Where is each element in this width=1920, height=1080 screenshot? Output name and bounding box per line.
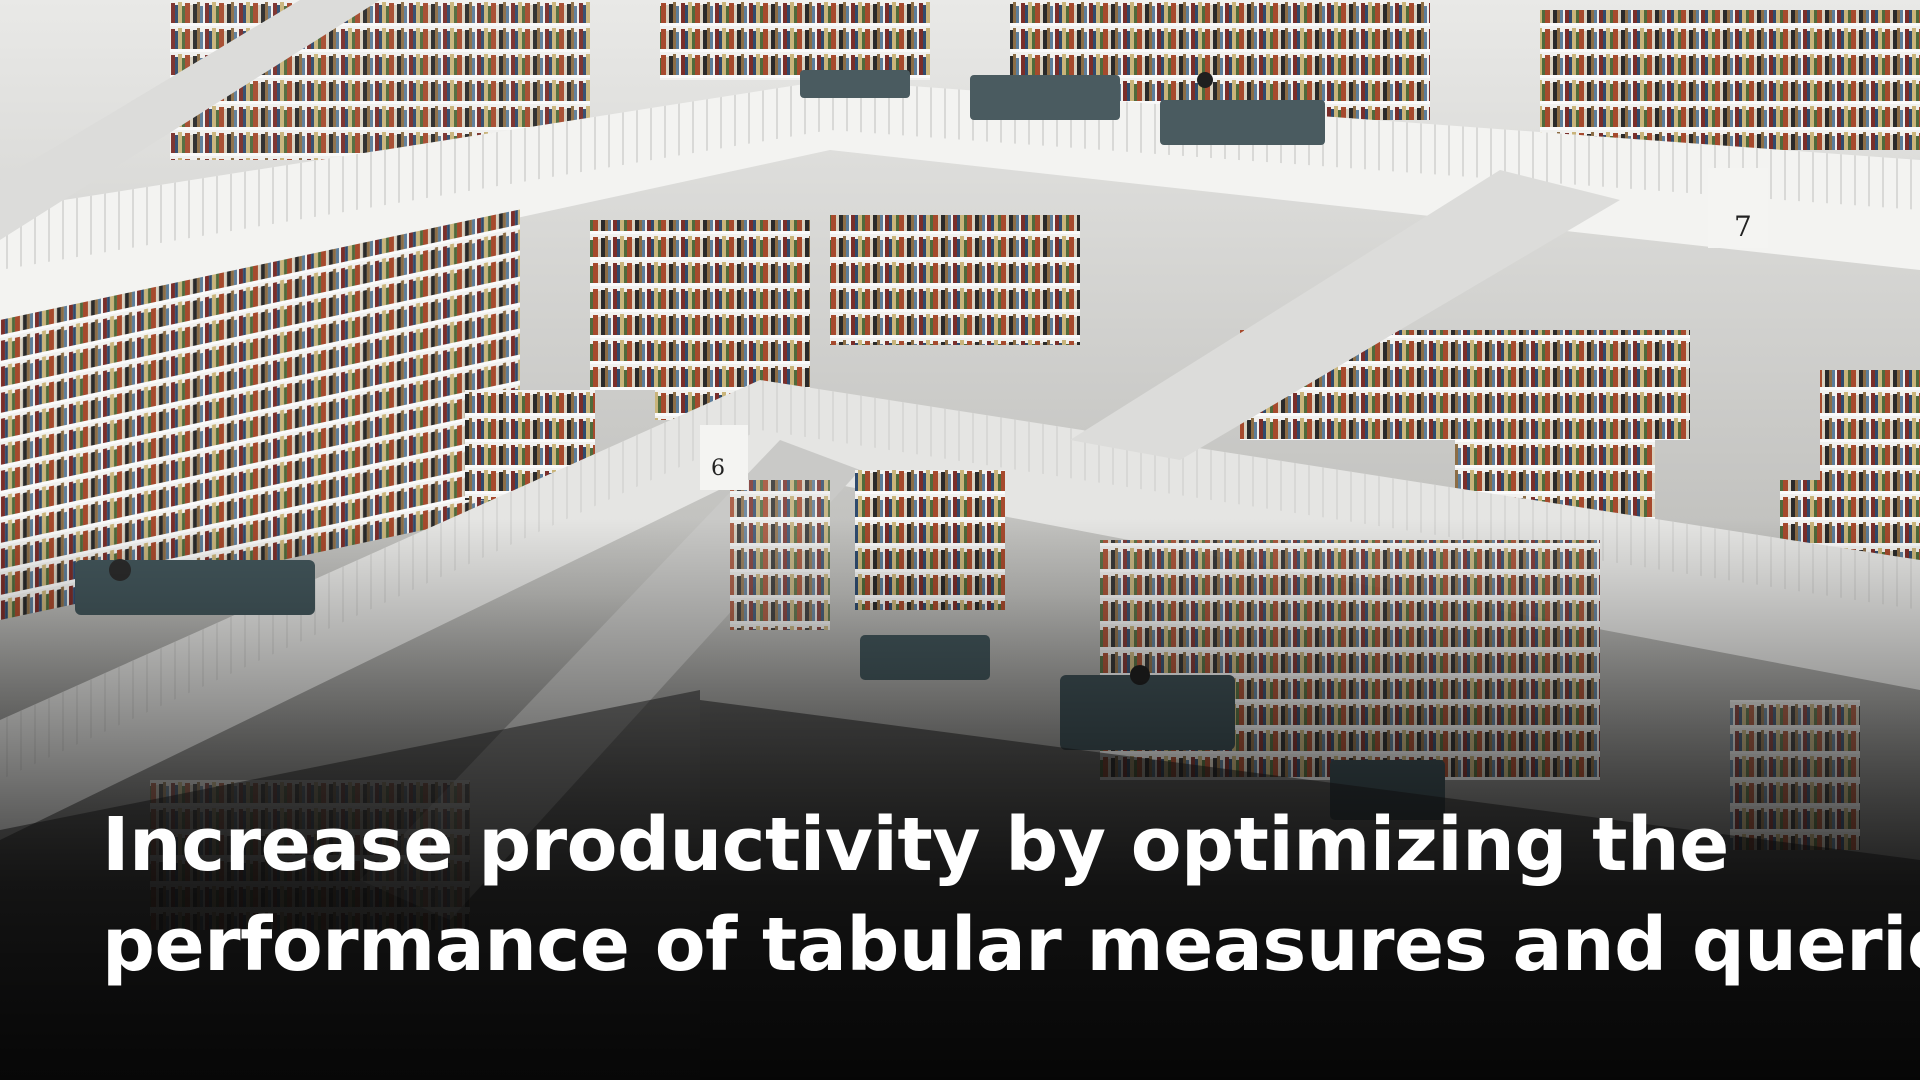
headline-line-1: Increase productivity by optimizing the	[102, 802, 1729, 888]
hero-banner: 7 6 Increase productivity by optimizing …	[0, 0, 1920, 1080]
level-7-marker: 7	[1734, 210, 1752, 243]
headline: Increase productivity by optimizing the …	[102, 795, 1920, 995]
bookshelf-top-far-right	[1540, 10, 1920, 150]
person	[1197, 72, 1213, 88]
bench	[800, 70, 910, 98]
bookshelf-mid-right	[830, 215, 1080, 345]
level-6-marker: 6	[711, 456, 725, 481]
bench	[1060, 675, 1235, 750]
bench	[860, 635, 990, 680]
person	[1130, 665, 1150, 685]
bookshelf-low-center	[855, 470, 1005, 610]
bench	[970, 75, 1120, 120]
bench	[1160, 100, 1325, 145]
headline-line-2: performance of tabular measures and quer…	[102, 902, 1920, 988]
person	[109, 559, 131, 581]
bookshelf-top-center	[660, 0, 930, 80]
